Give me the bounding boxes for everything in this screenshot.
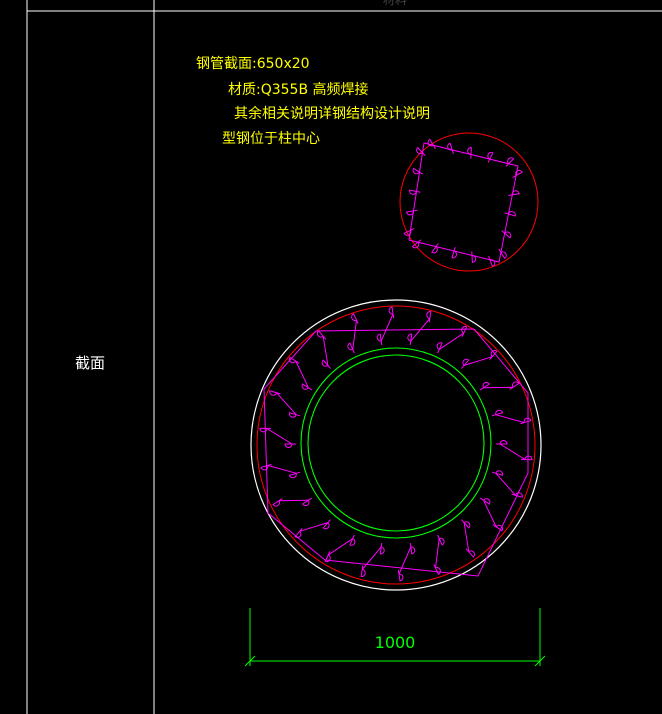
stirrup-spoke bbox=[295, 360, 309, 389]
detail-rebar-hook bbox=[501, 230, 512, 239]
stirrup-spoke bbox=[361, 546, 382, 570]
section-outer-rebar-hook bbox=[397, 569, 404, 582]
stirrup-spoke bbox=[327, 538, 354, 556]
section-outer-circle bbox=[250, 299, 542, 591]
detail-rebar-hook bbox=[412, 167, 424, 175]
section-inner-rebar-hook bbox=[379, 542, 385, 555]
header-cut-text: 材料 bbox=[382, 0, 407, 7]
dimension-value: 1000 bbox=[374, 633, 416, 652]
section-inner-rebar-hook bbox=[349, 534, 356, 546]
section-outer-stirrup bbox=[263, 328, 529, 577]
stirrup-spoke bbox=[266, 427, 293, 445]
steel-pipe-inner bbox=[307, 354, 485, 532]
detail-rebar-hook bbox=[406, 209, 418, 216]
section-stirrup-spokes bbox=[266, 313, 526, 575]
stirrup-spoke bbox=[495, 414, 525, 424]
section-inner-rebar-hook bbox=[491, 470, 504, 476]
stirrup-spoke bbox=[495, 472, 516, 496]
section-outer-rebar-hook bbox=[316, 330, 327, 340]
section-inner-rebar-hook bbox=[321, 359, 331, 369]
stirrup-spoke bbox=[499, 443, 526, 461]
row-label-section: 截面 bbox=[74, 354, 105, 372]
stirrup-spoke bbox=[267, 464, 297, 474]
section-inner-rebar-hook bbox=[407, 333, 413, 346]
note-other: 其余相关说明详钢结构设计说明 bbox=[234, 106, 430, 122]
detail-section bbox=[399, 132, 539, 272]
section-outer-rebar-hook bbox=[433, 564, 441, 575]
section-inner-rebar-hook bbox=[301, 383, 313, 391]
stirrup-spoke bbox=[483, 499, 497, 528]
stirrup-spoke bbox=[398, 546, 412, 575]
section-inner-rebar-hook bbox=[288, 412, 301, 418]
section-inner-rebar-hook bbox=[436, 342, 443, 354]
section-outer-rebar-hook bbox=[388, 306, 395, 319]
detail-rebar-hook bbox=[504, 211, 516, 217]
detail-rebar-hook bbox=[471, 251, 477, 263]
detail-stirrup-square bbox=[408, 142, 519, 263]
stirrup-spoke bbox=[435, 538, 440, 568]
stirrup-spoke bbox=[438, 332, 465, 350]
section-outer-rebar-hook bbox=[272, 498, 283, 507]
note-pipe-section: 钢管截面:650x20 bbox=[196, 56, 310, 72]
note-position: 型钢位于柱中心 bbox=[222, 131, 320, 147]
section-inner-rebar-hook bbox=[284, 443, 296, 448]
detail-rebar-hook bbox=[431, 243, 439, 254]
section-inner-rebar-hook bbox=[322, 519, 331, 530]
section-inner-rebar-hook bbox=[288, 471, 301, 479]
detail-rebar-hook bbox=[467, 147, 472, 159]
stirrup-spoke bbox=[380, 313, 394, 342]
section-outer-rebar-hook bbox=[509, 381, 520, 390]
stirrup-spoke bbox=[278, 499, 309, 502]
detail-rebar-hook bbox=[508, 190, 520, 196]
section-inner-rebar-hook bbox=[479, 497, 491, 505]
section-outer-rebar-hook bbox=[520, 417, 532, 425]
stirrup-spoke bbox=[483, 386, 514, 389]
section-inner-rebar-hook bbox=[479, 381, 491, 391]
section-outer-rebar-hook bbox=[351, 313, 359, 324]
section-outer-rebar-hook bbox=[269, 390, 281, 396]
section-inner-rebar-hook bbox=[461, 519, 471, 529]
main-section bbox=[250, 299, 542, 591]
section-inner-rebar-hook bbox=[376, 333, 383, 346]
detail-rebar-hook bbox=[451, 247, 457, 259]
detail-rebar-hook bbox=[409, 189, 421, 195]
section-inner-rebar-hook bbox=[496, 440, 508, 445]
stirrup-spoke bbox=[276, 392, 297, 416]
note-material: 材质:Q355B 高频焊接 bbox=[228, 82, 369, 98]
section-inner-rebar-hook bbox=[461, 358, 470, 369]
section-inner-rebar-hook bbox=[409, 542, 416, 555]
detail-rebar-hook bbox=[487, 151, 494, 163]
section-outer-rebar-hook bbox=[465, 548, 476, 558]
section-inner-rebar-hook bbox=[301, 497, 313, 507]
steel-pipe-outer bbox=[300, 347, 492, 539]
stirrup-spoke bbox=[352, 320, 357, 350]
section-inner-rebar-hook bbox=[491, 409, 504, 417]
